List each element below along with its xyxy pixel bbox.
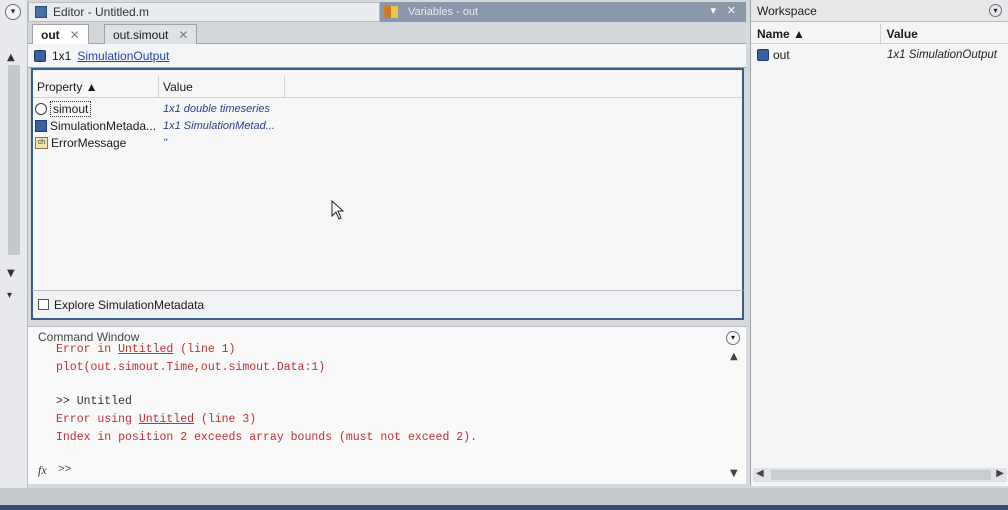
char-array-icon: ch xyxy=(35,136,48,149)
workspace-var-name: out xyxy=(773,48,790,62)
scroll-down-icon[interactable]: ▼ xyxy=(730,468,738,479)
command-window-title: Command Window xyxy=(38,330,140,344)
object-icon xyxy=(757,49,769,61)
table-row[interactable]: ch ErrorMessage '' xyxy=(33,134,742,151)
property-name: SimulationMetada... xyxy=(50,118,157,133)
command-window-scrollbar[interactable]: ▲ ▼ xyxy=(730,351,740,479)
variable-header: 1x1 SimulationOutput xyxy=(28,44,746,68)
explore-row: Explore SimulationMetadata xyxy=(31,290,744,320)
collapse-chevron-icon[interactable]: ▾ xyxy=(7,290,12,301)
variables-icon xyxy=(384,6,398,18)
output-line: Error in Untitled (line 1) xyxy=(56,343,236,356)
tab-close-icon[interactable]: ✕ xyxy=(178,28,188,42)
tab-out[interactable]: out ✕ xyxy=(32,24,89,44)
column-header-value[interactable]: Value xyxy=(159,76,285,98)
variable-tabs: out ✕ out.simout ✕ xyxy=(28,22,746,44)
mouse-cursor-icon xyxy=(331,200,345,220)
scroll-down-icon[interactable]: ▼ xyxy=(7,268,15,279)
scroll-thumb[interactable] xyxy=(771,470,991,480)
property-table: Property ▲ Value simout 1x1 double times… xyxy=(31,68,744,290)
table-row[interactable]: SimulationMetada... 1x1 SimulationMetad.… xyxy=(33,117,742,134)
error-link[interactable]: Untitled xyxy=(118,343,173,356)
workspace-hscrollbar[interactable]: ◀ ▶ xyxy=(753,468,1007,482)
variables-title: Variables - out xyxy=(408,6,479,18)
output-line: plot(out.simout.Time,out.simout.Data:1) xyxy=(56,361,326,374)
workspace-table-header: Name ▲ Value xyxy=(751,24,1008,44)
command-window-menu-icon[interactable]: ▾ xyxy=(726,331,740,345)
column-header-property[interactable]: Property ▲ xyxy=(33,76,159,98)
column-header-value[interactable]: Value xyxy=(881,24,1008,44)
tab-label: out xyxy=(41,27,60,42)
status-bar xyxy=(0,488,1008,510)
class-link[interactable]: SimulationOutput xyxy=(77,49,169,63)
output-line: Index in position 2 exceeds array bounds… xyxy=(56,431,477,444)
explore-label: Explore SimulationMetadata xyxy=(54,297,205,312)
property-name: ErrorMessage xyxy=(51,135,127,150)
output-line: >> Untitled xyxy=(56,395,132,408)
timeseries-icon xyxy=(35,102,47,115)
object-icon xyxy=(34,49,46,62)
property-table-header: Property ▲ Value xyxy=(33,76,742,98)
table-row[interactable]: out 1x1 SimulationOutput xyxy=(751,46,1008,64)
explore-checkbox[interactable] xyxy=(38,299,49,310)
scroll-up-icon[interactable]: ▲ xyxy=(7,52,15,63)
command-window[interactable]: Command Window ▾ Error in Untitled (line… xyxy=(28,326,746,484)
editor-file-icon xyxy=(35,6,47,18)
variable-size: 1x1 xyxy=(52,48,72,63)
property-value: 1x1 double timeseries xyxy=(163,102,271,115)
object-icon xyxy=(35,119,47,132)
workspace-title: Workspace xyxy=(757,3,817,18)
scroll-up-icon[interactable]: ▲ xyxy=(730,351,738,362)
command-prompt[interactable]: >> xyxy=(58,464,71,476)
variables-titlebar[interactable]: Variables - out ▾ ✕ xyxy=(380,2,746,22)
property-name: simout xyxy=(50,100,92,117)
table-row[interactable]: simout 1x1 double timeseries xyxy=(33,100,742,117)
panel-menu-icon[interactable]: ▾ xyxy=(5,4,21,20)
output-line: Error using Untitled (line 3) xyxy=(56,413,257,426)
left-gutter: ▾ ▲ ▼ ▾ xyxy=(0,0,28,488)
property-value: '' xyxy=(163,136,168,149)
workspace-var-value: 1x1 SimulationOutput xyxy=(887,49,997,61)
function-browser-icon[interactable]: fx xyxy=(38,463,47,478)
scroll-left-icon[interactable]: ◀ xyxy=(756,468,764,479)
workspace-titlebar[interactable]: Workspace ▾ xyxy=(751,0,1008,22)
tab-out-simout[interactable]: out.simout ✕ xyxy=(104,24,198,44)
editor-title: Editor - Untitled.m xyxy=(53,5,150,19)
workspace-panel: Workspace ▾ Name ▲ Value out 1x1 Simulat… xyxy=(750,0,1008,486)
tab-label: out.simout xyxy=(113,27,169,42)
tab-close-icon[interactable]: ✕ xyxy=(70,28,80,42)
variables-close-icon[interactable]: ✕ xyxy=(727,4,736,17)
editor-titlebar[interactable]: Editor - Untitled.m xyxy=(28,2,380,22)
error-link[interactable]: Untitled xyxy=(139,413,194,426)
variables-menu-icon[interactable]: ▾ xyxy=(710,4,716,17)
property-value: 1x1 SimulationMetad... xyxy=(163,119,275,132)
column-header-name[interactable]: Name ▲ xyxy=(751,24,881,44)
scroll-right-icon[interactable]: ▶ xyxy=(996,468,1004,479)
workspace-menu-icon[interactable]: ▾ xyxy=(989,4,1002,17)
gutter-scrollbar[interactable] xyxy=(8,65,20,255)
